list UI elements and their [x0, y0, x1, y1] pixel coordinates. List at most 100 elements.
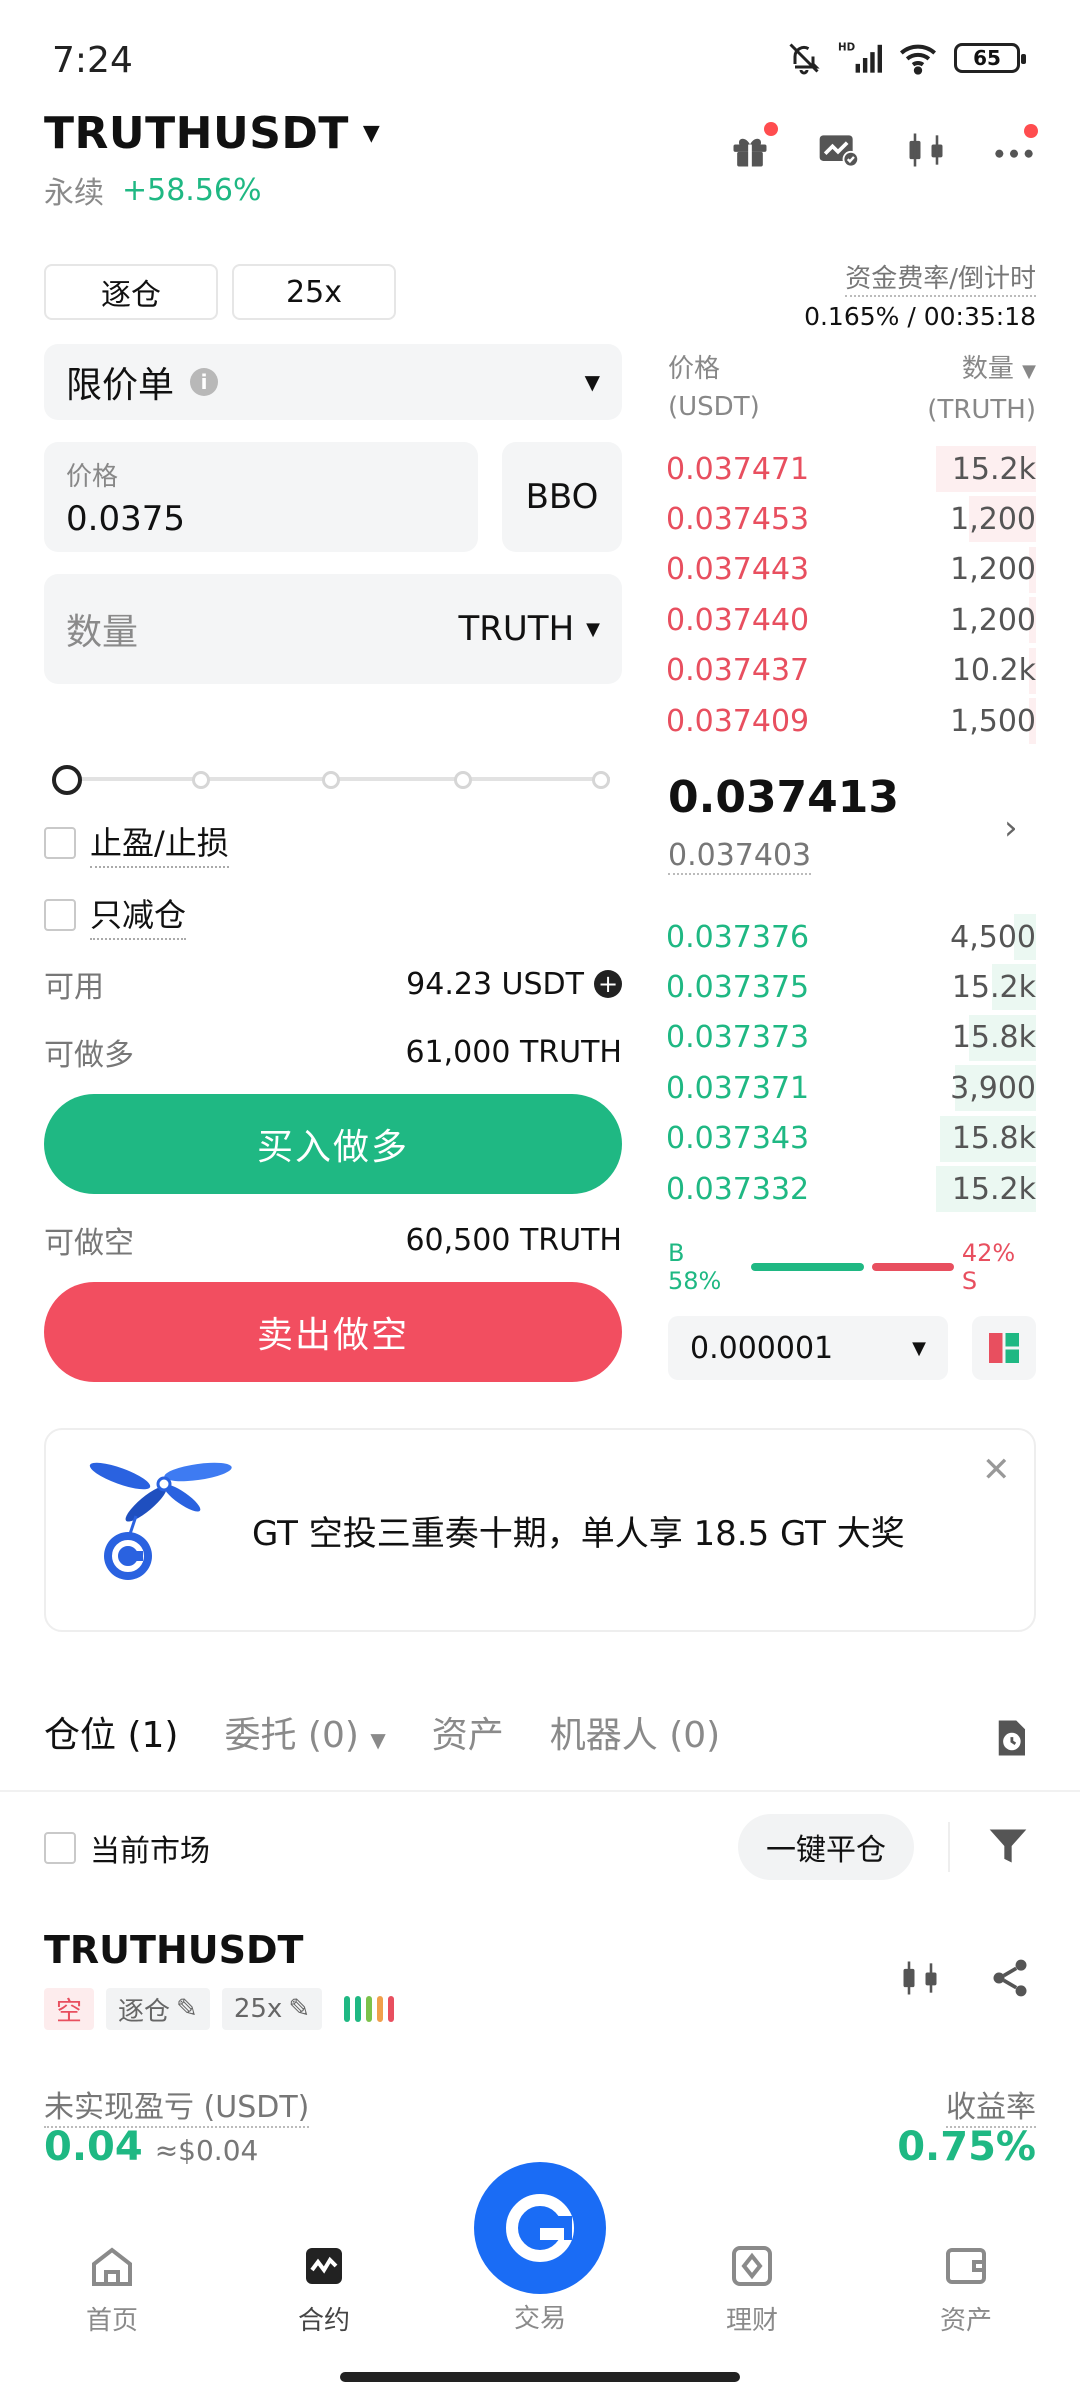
ask-price: 0.037437 [666, 653, 810, 689]
funding-rate-label[interactable]: 资金费率/倒计时 [845, 258, 1036, 297]
share-icon[interactable] [988, 1956, 1032, 2000]
margin-mode-tag[interactable]: 逐仓 ✎ [106, 1988, 210, 2030]
unrealized-pnl-value: 0.04 [44, 2124, 143, 2170]
history-document-icon[interactable] [990, 1716, 1032, 1760]
precision-select[interactable]: 0.000001 ▼ [668, 1316, 948, 1380]
nav-earn-label: 理财 [725, 2306, 778, 2336]
ask-row[interactable]: 0.037437 10.2k [666, 646, 1036, 696]
max-long-row: 可做多 61,000 TRUTH [44, 1030, 622, 1074]
gt-airdrop-icon [86, 1456, 236, 1586]
close-icon[interactable]: ✕ [982, 1450, 1011, 1490]
slider-tick-25[interactable] [192, 771, 210, 789]
sell-ratio-bar [872, 1263, 954, 1271]
ask-row[interactable]: 0.037443 1,200 [666, 545, 1036, 595]
last-price: 0.037413 [668, 772, 900, 823]
symbol-selector[interactable]: TRUTHUSDT ▼ [44, 108, 380, 159]
nav-futures[interactable]: 合约 [254, 2242, 394, 2337]
price-header-label: 价格 [668, 354, 721, 384]
current-market-checkbox[interactable] [44, 1832, 76, 1864]
tab-bots[interactable]: 机器人 (0) [550, 1706, 720, 1758]
orderbook-layout-button[interactable] [972, 1316, 1036, 1380]
svg-text:HD: HD [838, 42, 855, 54]
max-short-value: 60,500 TRUTH [405, 1222, 622, 1258]
orderbook-qty-header[interactable]: 数量 ▼ (TRUTH) [927, 350, 1036, 429]
wifi-icon [898, 41, 938, 75]
position-tags: 空 逐仓 ✎ 25x ✎ [44, 1988, 395, 2030]
edit-pencil-icon: ✎ [176, 1994, 198, 2024]
more-icon[interactable] [992, 124, 1038, 172]
position-symbol[interactable]: TRUTHUSDT [44, 1928, 303, 1972]
price-input[interactable]: 价格 0.0375 [44, 442, 478, 552]
candlestick-icon[interactable] [898, 1956, 942, 2000]
tp-sl-option[interactable]: 止盈/止损 [44, 818, 229, 868]
mark-price: 0.037403 [668, 838, 812, 875]
slider-tick-75[interactable] [454, 771, 472, 789]
tab-positions[interactable]: 仓位 (1) [44, 1706, 178, 1758]
nav-home-label: 首页 [85, 2306, 138, 2336]
ask-row[interactable]: 0.037440 1,200 [666, 595, 1036, 645]
bid-price: 0.037371 [666, 1070, 810, 1106]
notification-dot [1024, 124, 1038, 138]
margin-mode-button[interactable]: 逐仓 [44, 264, 218, 320]
gate-logo-icon [500, 2188, 580, 2268]
price-value[interactable]: 0.0375 [66, 499, 456, 539]
chevron-right-icon[interactable]: › [1004, 808, 1018, 848]
ask-row[interactable]: 0.037471 15.2k [666, 444, 1036, 494]
bid-row[interactable]: 0.037332 15.2k [666, 1164, 1036, 1214]
buy-long-button[interactable]: 买入做多 [44, 1094, 622, 1194]
bid-row[interactable]: 0.037375 15.2k [666, 962, 1036, 1012]
quantity-unit-select[interactable]: TRUTH ▼ [459, 609, 600, 649]
bid-row[interactable]: 0.037373 15.8k [666, 1013, 1036, 1063]
ask-row[interactable]: 0.037409 1,500 [666, 696, 1036, 746]
tp-sl-label: 止盈/止损 [90, 818, 229, 868]
leverage-button[interactable]: 25x [232, 264, 396, 320]
unrealized-pnl: 0.04 ≈$0.04 [44, 2124, 258, 2170]
current-market-filter[interactable]: 当前市场 [44, 1826, 210, 1870]
bid-row[interactable]: 0.037343 15.8k [666, 1114, 1036, 1164]
transfer-plus-icon[interactable]: + [594, 970, 622, 998]
filter-icon[interactable] [986, 1822, 1030, 1870]
position-tabs: 仓位 (1) 委托 (0) ▼ 资产 机器人 (0) [44, 1706, 720, 1758]
leverage-tag[interactable]: 25x ✎ [221, 1988, 323, 2030]
bid-row[interactable]: 0.037376 4,500 [666, 912, 1036, 962]
bid-qty: 15.8k [951, 1020, 1036, 1056]
candlestick-icon[interactable] [904, 128, 948, 172]
tab-assets[interactable]: 资产 [432, 1706, 504, 1758]
quantity-slider[interactable] [52, 764, 616, 795]
tab-orders[interactable]: 委托 (0) ▼ [224, 1706, 385, 1758]
precision-value: 0.000001 [690, 1330, 834, 1366]
nav-home[interactable]: 首页 [42, 2242, 182, 2337]
reduce-only-checkbox[interactable] [44, 899, 76, 931]
ask-price: 0.037453 [666, 501, 810, 537]
nav-assets[interactable]: 资产 [896, 2242, 1036, 2337]
trade-fab-button[interactable] [474, 2162, 606, 2294]
bid-price: 0.037332 [666, 1171, 810, 1207]
edit-pencil-icon: ✎ [288, 1994, 311, 2024]
quantity-input[interactable]: 数量 TRUTH ▼ [44, 574, 622, 684]
bid-row[interactable]: 0.037371 3,900 [666, 1063, 1036, 1113]
info-icon[interactable]: i [190, 368, 219, 396]
bbo-button[interactable]: BBO [502, 442, 622, 552]
ask-row[interactable]: 0.037453 1,200 [666, 494, 1036, 544]
chevron-down-icon: ▼ [584, 370, 600, 394]
reduce-only-option[interactable]: 只减仓 [44, 890, 187, 940]
slider-tick-100[interactable] [592, 771, 610, 789]
slider-knob[interactable] [52, 765, 82, 795]
unrealized-pnl-label[interactable]: 未实现盈亏 (USDT) [44, 2082, 310, 2128]
gift-icon[interactable] [728, 122, 778, 172]
roe-label[interactable]: 收益率 [946, 2082, 1036, 2128]
chevron-down-icon: ▼ [912, 1337, 926, 1359]
slider-tick-50[interactable] [322, 771, 340, 789]
nav-earn[interactable]: 理财 [682, 2242, 822, 2337]
nav-futures-label: 合约 [297, 2306, 350, 2336]
divider [0, 1790, 1080, 1792]
chart-check-icon[interactable] [816, 128, 860, 172]
tp-sl-checkbox[interactable] [44, 827, 76, 859]
nav-trade[interactable]: 交易 [470, 2298, 610, 2335]
available-label: 可用 [44, 970, 104, 1005]
bid-qty: 15.2k [951, 1171, 1036, 1207]
order-type-select[interactable]: 限价单 i ▼ [44, 344, 622, 420]
close-all-button[interactable]: 一键平仓 [738, 1814, 914, 1880]
sell-short-button[interactable]: 卖出做空 [44, 1282, 622, 1382]
promo-banner-text: GT 空投三重奏十期，单人享 18.5 GT 大奖 [252, 1514, 905, 1554]
